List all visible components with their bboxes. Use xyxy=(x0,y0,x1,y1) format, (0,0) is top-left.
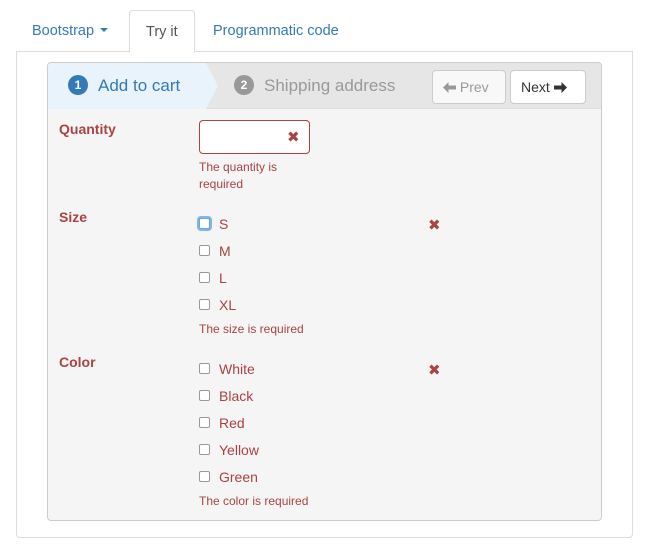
checkbox[interactable] xyxy=(199,217,210,229)
color-option-label: Black xyxy=(219,388,254,404)
color-option-yellow[interactable]: Yellow xyxy=(199,440,259,460)
quantity-label: Quantity xyxy=(59,121,116,137)
prev-button-label: Prev xyxy=(459,79,489,95)
wizard-step-add-to-cart[interactable]: 1 Add to cart xyxy=(48,63,206,109)
quantity-error-line-1: The quantity is xyxy=(199,160,278,174)
quantity-error-line-2: required xyxy=(199,177,244,191)
step-2-label-wrap: 2 Shipping address xyxy=(234,63,395,109)
color-error-icon: ✖ xyxy=(428,362,441,379)
prev-button[interactable]: Prev xyxy=(432,70,506,104)
size-option-m[interactable]: M xyxy=(199,241,231,261)
checkbox[interactable] xyxy=(199,244,210,256)
tab-bootstrap[interactable]: Bootstrap xyxy=(16,10,124,52)
color-option-label: Yellow xyxy=(219,442,259,458)
size-option-label: S xyxy=(219,216,229,232)
tab-try-it-label: Try it xyxy=(146,24,178,40)
tab-bar: Bootstrap Try it Programmatic code xyxy=(16,10,633,53)
step-2-badge: 2 xyxy=(234,74,254,95)
checkbox[interactable] xyxy=(199,271,210,283)
color-label: Color xyxy=(59,354,96,370)
color-option-green[interactable]: Green xyxy=(199,467,258,487)
size-option-xl[interactable]: XL xyxy=(199,295,236,315)
color-option-label: Green xyxy=(219,469,258,485)
checkbox[interactable] xyxy=(199,389,210,401)
step-2-label: Shipping address xyxy=(264,76,396,95)
size-option-label: XL xyxy=(219,297,237,313)
step-1-label: Add to cart xyxy=(98,76,181,95)
arrow-left-icon xyxy=(443,81,456,93)
checkbox[interactable] xyxy=(199,362,210,374)
checkbox[interactable] xyxy=(199,470,210,482)
quantity-error-icon: ✖ xyxy=(287,129,300,146)
arrow-right-icon xyxy=(553,81,567,93)
size-label: Size xyxy=(59,209,88,225)
active-step-arrow xyxy=(206,63,218,109)
color-option-black[interactable]: Black xyxy=(199,386,253,406)
size-option-label: M xyxy=(219,243,231,259)
color-error: The color is required xyxy=(199,494,309,508)
checkbox[interactable] xyxy=(199,298,210,310)
color-option-label: White xyxy=(219,361,255,377)
quantity-error: The quantity is required xyxy=(199,159,277,193)
tab-programmatic-code[interactable]: Programmatic code xyxy=(197,10,355,52)
tab-programmatic-code-label: Programmatic code xyxy=(213,23,339,39)
caret-down-icon xyxy=(100,28,109,33)
tab-bootstrap-label: Bootstrap xyxy=(32,23,95,39)
color-option-white[interactable]: White xyxy=(199,359,255,379)
wizard-header: 1 Add to cart 2 Shipping address Prev Next xyxy=(48,63,601,109)
step-1-label-wrap: 1 Add to cart xyxy=(68,63,180,109)
checkbox[interactable] xyxy=(199,416,210,428)
size-error: The size is required xyxy=(199,322,304,336)
step-1-badge: 1 xyxy=(68,74,88,95)
checkbox[interactable] xyxy=(199,443,210,455)
color-option-red[interactable]: Red xyxy=(199,413,245,433)
next-button[interactable]: Next xyxy=(510,70,586,104)
next-button-label: Next xyxy=(521,79,550,95)
size-option-label: L xyxy=(219,270,227,286)
tab-try-it[interactable]: Try it xyxy=(129,10,195,53)
wizard-panel: 1 Add to cart 2 Shipping address Prev Next… xyxy=(47,62,602,521)
size-option-s[interactable]: S xyxy=(199,214,228,234)
size-option-l[interactable]: L xyxy=(199,268,227,288)
size-error-icon: ✖ xyxy=(428,217,441,234)
color-option-label: Red xyxy=(219,415,245,431)
